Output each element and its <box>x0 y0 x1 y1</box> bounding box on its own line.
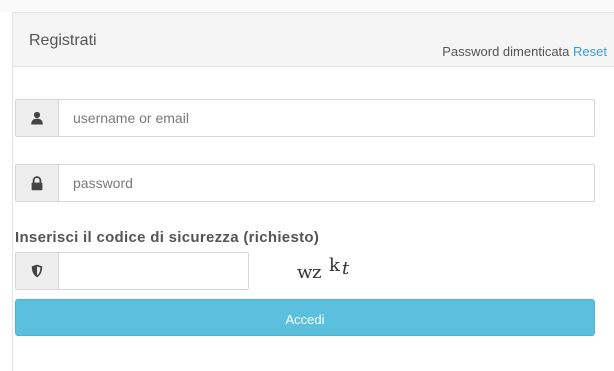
security-code-input-group <box>15 252 249 290</box>
reset-link[interactable]: Reset <box>573 44 607 59</box>
panel-header: Registrati Password dimenticata Reset <box>13 13 614 67</box>
forgot-password: Password dimenticata Reset <box>442 44 607 59</box>
password-input[interactable] <box>59 165 594 201</box>
captcha-char: t <box>342 258 350 279</box>
forgot-password-text: Password dimenticata <box>442 44 570 59</box>
security-code-input[interactable] <box>59 253 248 289</box>
top-strip <box>0 0 614 12</box>
captcha-char: z <box>312 262 322 283</box>
captcha-char: w <box>297 262 313 283</box>
login-button[interactable]: Accedi <box>15 299 595 336</box>
shield-icon <box>16 253 59 289</box>
lock-icon <box>16 165 59 201</box>
panel-title: Registrati <box>29 32 97 49</box>
captcha-image: w z k t <box>285 255 355 283</box>
user-icon <box>16 100 59 136</box>
username-input-group <box>15 99 595 137</box>
username-input[interactable] <box>59 100 594 136</box>
password-input-group <box>15 164 595 202</box>
captcha-char: k <box>329 255 340 276</box>
security-code-label: Inserisci il codice di sicurezza (richie… <box>15 229 320 246</box>
